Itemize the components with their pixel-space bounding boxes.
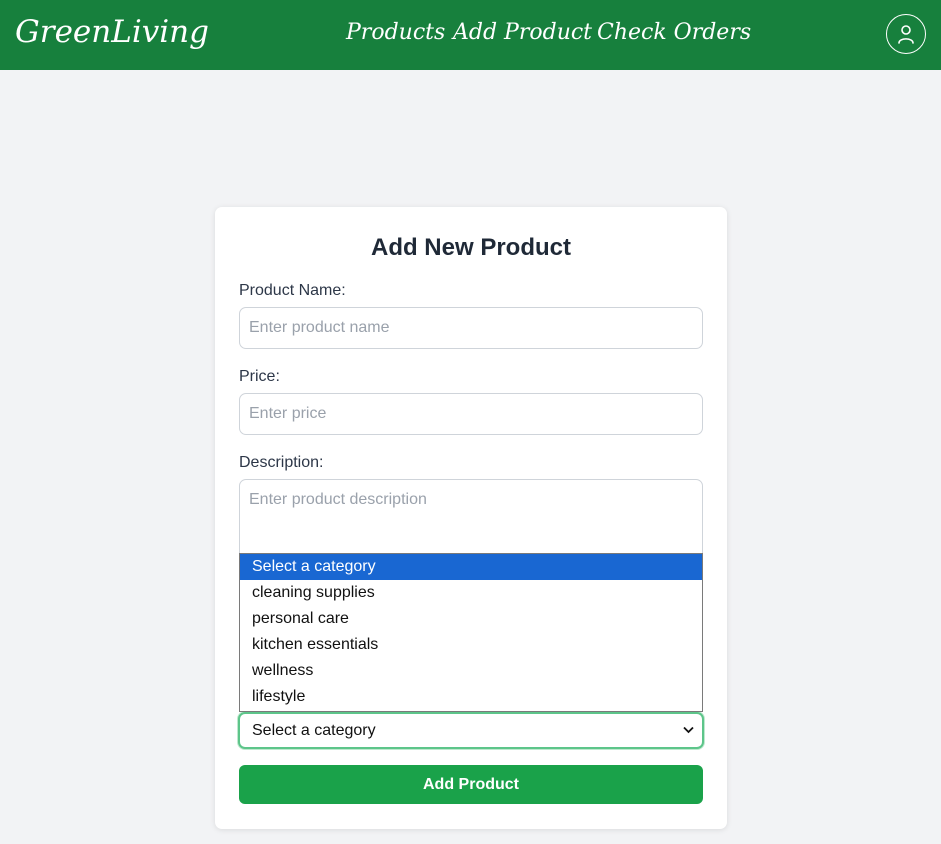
price-label: Price:	[239, 368, 280, 385]
category-option[interactable]: personal care	[240, 606, 702, 632]
category-select[interactable]: Select a category	[238, 712, 704, 749]
category-dropdown-list: Select a category cleaning supplies pers…	[239, 553, 703, 712]
nav-link-add-product[interactable]: Add Product	[453, 20, 592, 45]
price-input[interactable]	[239, 393, 703, 435]
account-button[interactable]	[886, 14, 926, 54]
category-select-value: Select a category	[252, 722, 376, 739]
nav-link-products[interactable]: Products	[346, 20, 445, 45]
add-product-card: Add New Product Product Name: Price: Des…	[215, 207, 727, 829]
product-name-input[interactable]	[239, 307, 703, 349]
description-label: Description:	[239, 454, 324, 471]
category-option[interactable]: Select a category	[240, 554, 702, 580]
nav-link-check-orders[interactable]: Check Orders	[597, 20, 751, 45]
category-option[interactable]: wellness	[240, 658, 702, 684]
category-option[interactable]: cleaning supplies	[240, 580, 702, 606]
category-option[interactable]: lifestyle	[240, 684, 702, 710]
user-icon	[898, 25, 914, 44]
add-product-button[interactable]: Add Product	[239, 765, 703, 804]
category-option[interactable]: kitchen essentials	[240, 632, 702, 658]
nav-links: Products Add Product Check Orders	[0, 20, 941, 50]
form-title: Add New Product	[370, 234, 571, 261]
chevron-down-icon	[683, 726, 694, 734]
top-navbar: GreenLiving Products Add Product Check O…	[0, 0, 941, 70]
product-name-label: Product Name:	[239, 282, 346, 299]
